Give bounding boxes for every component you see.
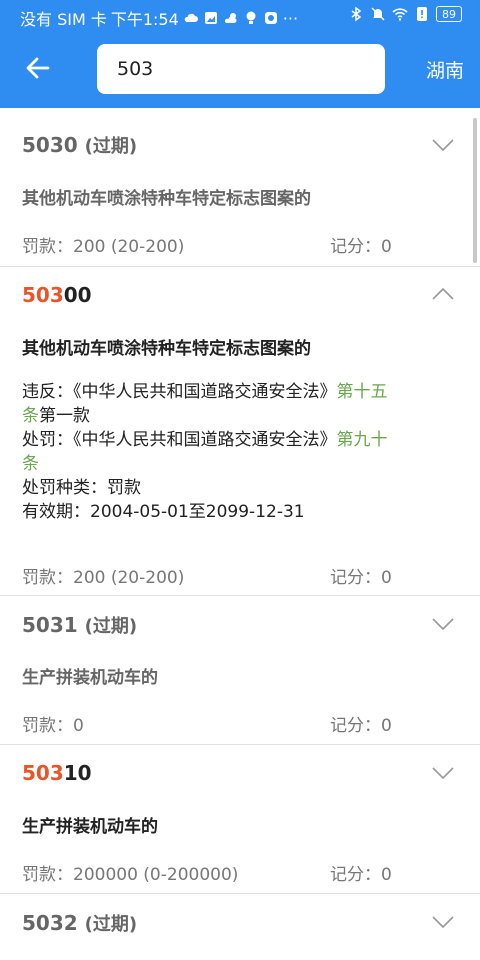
penalty-type: 处罚种类：罚款: [22, 478, 141, 498]
list-item[interactable]: 5030 (过期) 其他机动车喷涂特种车特定标志图案的 罚款：200 (20-2…: [0, 108, 480, 267]
carrier-text: 没有 SIM 卡: [20, 10, 107, 29]
item-code: 50310: [22, 761, 92, 785]
app-bar: 没有 SIM 卡 下午1:54 ··· 89 湖南: [0, 0, 480, 108]
chevron-down-icon[interactable]: [432, 617, 454, 631]
image-icon: [204, 12, 217, 24]
time-text: 下午1:54: [110, 10, 179, 29]
penalty-line-2: 条: [22, 452, 458, 476]
violation-list: 5030 (过期) 其他机动车喷涂特种车特定标志图案的 罚款：200 (20-2…: [0, 108, 480, 960]
back-arrow-icon[interactable]: [22, 52, 54, 84]
list-item[interactable]: 5031 (过期) 生产拼装机动车的 罚款：0 记分：0: [0, 596, 480, 745]
fine-text: 罚款：200 (20-200): [22, 237, 185, 257]
points-text: 记分：0: [330, 237, 392, 257]
mute-bell-icon: [371, 7, 385, 21]
bulb-icon: [246, 11, 256, 24]
law-article-link[interactable]: 条: [22, 406, 39, 426]
chevron-down-icon[interactable]: [432, 766, 454, 780]
item-title: 生产拼装机动车的: [22, 668, 158, 688]
search-input[interactable]: [97, 44, 385, 94]
fine-text: 罚款：0: [22, 716, 84, 736]
item-title: 生产拼装机动车的: [22, 817, 158, 837]
expired-label: (过期): [84, 616, 138, 637]
weather-icon: [224, 13, 237, 23]
points-text: 记分：0: [330, 865, 392, 885]
points-text: 记分：0: [330, 716, 392, 736]
list-item-expanded[interactable]: 50300 其他机动车喷涂特种车特定标志图案的 违反：《中华人民共和国道路交通安…: [0, 267, 480, 596]
item-code: 5030 (过期): [22, 133, 138, 157]
expired-label: (过期): [84, 914, 138, 935]
search-header: 湖南: [0, 34, 480, 108]
wifi-icon: [392, 8, 408, 21]
list-item[interactable]: 5032 (过期): [0, 894, 480, 960]
expired-label: (过期): [84, 136, 138, 157]
item-title: 其他机动车喷涂特种车特定标志图案的: [22, 339, 311, 359]
fine-text: 罚款：200000 (0-200000): [22, 865, 239, 885]
law-article-link[interactable]: 第十五: [337, 382, 388, 402]
list-item[interactable]: 50310 生产拼装机动车的 罚款：200000 (0-200000) 记分：0: [0, 745, 480, 894]
alert-icon: [417, 7, 427, 21]
points-text: 记分：0: [330, 568, 392, 588]
item-details: 违反：《中华人民共和国道路交通安全法》第十五 条第一款 处罚：《中华人民共和国道…: [22, 380, 458, 524]
law-article-link[interactable]: 条: [22, 454, 39, 474]
bluetooth-icon: [351, 6, 362, 22]
penalty-line: 处罚：《中华人民共和国道路交通安全法》第九十: [22, 430, 388, 450]
violation-line: 违反：《中华人民共和国道路交通安全法》第十五: [22, 382, 388, 402]
region-selector[interactable]: 湖南: [426, 56, 464, 83]
item-code: 5031 (过期): [22, 613, 138, 637]
scrollbar[interactable]: [473, 118, 477, 263]
violation-line-2: 条第一款: [22, 406, 90, 426]
status-bar: 没有 SIM 卡 下午1:54 ··· 89: [0, 0, 480, 34]
validity-period: 有效期：2004-05-01至2099-12-31: [22, 502, 305, 522]
fine-text: 罚款：200 (20-200): [22, 568, 185, 588]
item-code: 5032 (过期): [22, 911, 138, 935]
item-title: 其他机动车喷涂特种车特定标志图案的: [22, 189, 311, 209]
chevron-up-icon[interactable]: [432, 287, 454, 301]
law-article-link[interactable]: 第九十: [337, 430, 388, 450]
chevron-down-icon[interactable]: [432, 138, 454, 152]
chevron-down-icon[interactable]: [432, 915, 454, 929]
battery-icon: 89: [436, 6, 462, 22]
cloud-icon: [184, 13, 198, 22]
more-notifications: ···: [282, 8, 299, 28]
item-code: 50300: [22, 283, 92, 307]
app-icon: [264, 12, 277, 24]
